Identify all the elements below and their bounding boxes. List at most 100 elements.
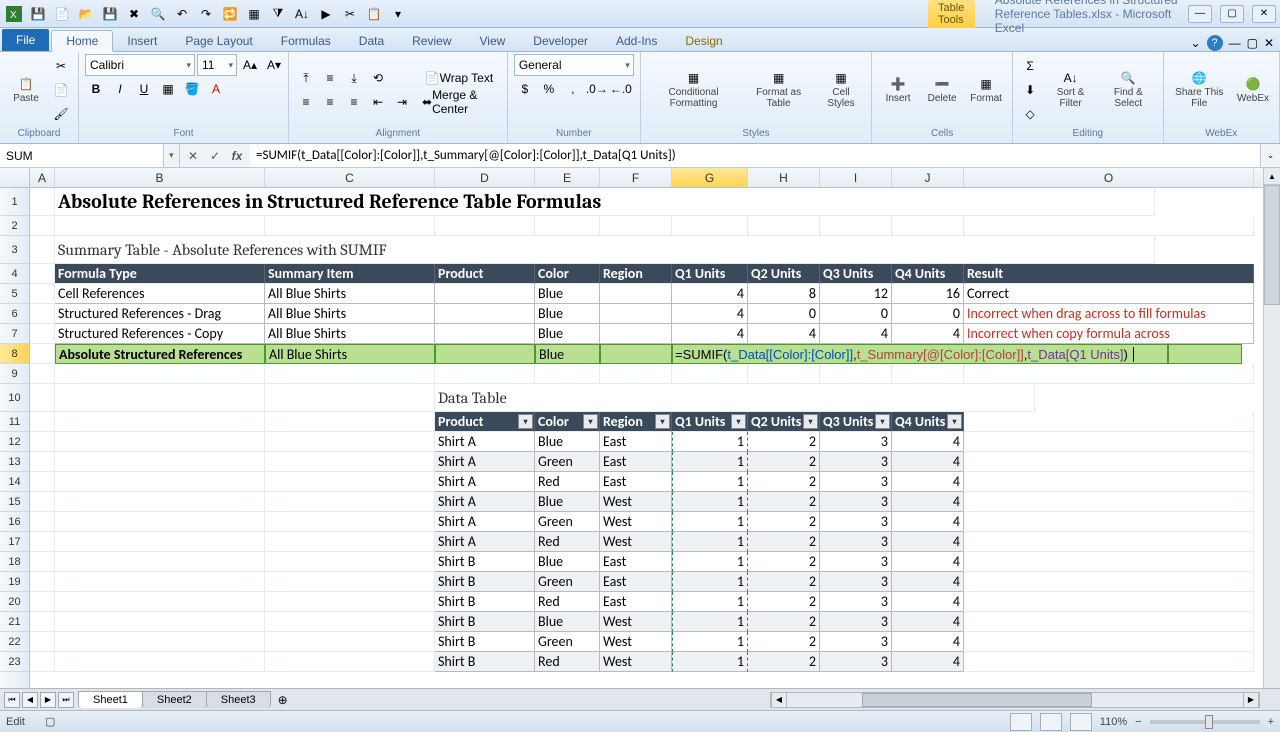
cell[interactable] [964, 432, 1254, 452]
row-header[interactable]: 15 [0, 492, 29, 512]
worksheet-grid[interactable]: A B C D E F G H I J O 123456789101112131… [0, 168, 1280, 688]
row-header[interactable]: 8 [0, 344, 29, 364]
cell[interactable] [30, 592, 55, 612]
cell[interactable] [265, 364, 435, 384]
data-cell[interactable]: 3 [820, 512, 892, 532]
summary-cell[interactable]: Incorrect when drag across to fill formu… [964, 304, 1254, 324]
data-cell[interactable]: West [600, 652, 672, 672]
row-header[interactable]: 22 [0, 632, 29, 652]
formula-input[interactable] [250, 144, 1260, 167]
page-layout-view-button[interactable] [1040, 713, 1062, 731]
data-cell[interactable]: 2 [748, 512, 820, 532]
cell[interactable] [55, 432, 265, 452]
data-cell[interactable]: Green [535, 572, 600, 592]
cell[interactable] [820, 216, 892, 236]
cell[interactable] [892, 364, 964, 384]
open-icon[interactable]: 📂 [76, 4, 96, 24]
data-cell[interactable]: 3 [820, 552, 892, 572]
cell[interactable] [30, 552, 55, 572]
data-cell[interactable]: Shirt B [435, 632, 535, 652]
tab-data[interactable]: Data [345, 31, 398, 51]
row-header[interactable]: 14 [0, 472, 29, 492]
data-cell[interactable]: 4 [892, 532, 964, 552]
data-cell[interactable]: Green [535, 632, 600, 652]
data-cell[interactable]: Red [535, 652, 600, 672]
cut-button[interactable]: ✂ [50, 55, 72, 77]
cell[interactable] [892, 216, 964, 236]
name-box[interactable]: ▾ [0, 144, 180, 167]
format-as-table-button[interactable]: ▦Format as Table [744, 69, 813, 111]
data-cell[interactable]: 4 [892, 592, 964, 612]
autosum-button[interactable]: Σ [1019, 55, 1041, 77]
data-cell[interactable]: West [600, 632, 672, 652]
close-button[interactable]: ✕ [1252, 5, 1276, 23]
data-cell[interactable]: 1 [672, 492, 748, 512]
align-bottom-button[interactable]: ⤓ [343, 67, 365, 89]
data-cell[interactable]: Blue [535, 552, 600, 572]
data-cell[interactable]: West [600, 512, 672, 532]
data-cell[interactable]: Blue [535, 612, 600, 632]
border-button[interactable]: ▦ [157, 78, 179, 100]
percent-button[interactable]: % [538, 78, 560, 100]
summary-cell[interactable]: 4 [672, 324, 748, 344]
data-cell[interactable]: 1 [672, 452, 748, 472]
increase-indent-button[interactable]: ⇥ [391, 91, 413, 113]
filter-dropdown-icon[interactable]: ▾ [731, 414, 746, 429]
cell[interactable] [30, 512, 55, 532]
cell[interactable] [55, 216, 265, 236]
cell[interactable] [30, 324, 55, 344]
cell[interactable] [964, 216, 1254, 236]
redo-icon[interactable]: ↷ [196, 4, 216, 24]
cell[interactable] [30, 364, 55, 384]
filter-icon[interactable]: ⧩ [268, 4, 288, 24]
data-cell[interactable]: 4 [892, 552, 964, 572]
cell[interactable] [30, 532, 55, 552]
data-cell[interactable]: 1 [672, 632, 748, 652]
summary-cell[interactable] [600, 284, 672, 304]
cell[interactable] [748, 364, 820, 384]
tab-page-layout[interactable]: Page Layout [171, 31, 266, 51]
cell[interactable] [265, 512, 435, 532]
summary-cell[interactable]: Blue [535, 324, 600, 344]
summary-cell[interactable]: 4 [748, 324, 820, 344]
new-icon[interactable]: 📄 [52, 4, 72, 24]
data-cell[interactable]: 4 [892, 652, 964, 672]
cancel-formula-button[interactable]: ✕ [184, 149, 202, 163]
zoom-in-button[interactable]: + [1268, 716, 1274, 728]
underline-button[interactable]: U [133, 78, 155, 100]
data-header[interactable]: Q3 Units▾ [820, 412, 892, 432]
macro-record-icon[interactable]: ▢ [45, 715, 55, 728]
cell[interactable] [30, 264, 55, 284]
data-cell[interactable]: 2 [748, 472, 820, 492]
col-header-A[interactable]: A [30, 168, 55, 187]
comma-button[interactable]: , [562, 78, 584, 100]
find-select-button[interactable]: 🔍Find & Select [1100, 69, 1156, 111]
summary-cell[interactable]: All Blue Shirts [265, 304, 435, 324]
sheet-tab-1[interactable]: Sheet1 [78, 691, 143, 708]
cell[interactable] [748, 216, 820, 236]
col-header-F[interactable]: F [600, 168, 672, 187]
cell[interactable] [30, 452, 55, 472]
data-header[interactable]: Color▾ [535, 412, 600, 432]
col-header-J[interactable]: J [892, 168, 964, 187]
cell[interactable] [30, 492, 55, 512]
align-right-button[interactable]: ≡ [343, 91, 365, 113]
scroll-up-icon[interactable]: ▲ [1264, 168, 1280, 185]
summary-cell[interactable]: 0 [748, 304, 820, 324]
tab-view[interactable]: View [466, 31, 520, 51]
cell[interactable] [265, 216, 435, 236]
summary-cell[interactable] [435, 304, 535, 324]
orientation-button[interactable]: ⟲ [367, 67, 389, 89]
data-cell[interactable]: 2 [748, 452, 820, 472]
data-header[interactable]: Product▾ [435, 412, 535, 432]
cell[interactable] [55, 452, 265, 472]
zoom-slider[interactable] [1150, 720, 1260, 724]
data-cell[interactable]: Shirt A [435, 472, 535, 492]
row-header[interactable]: 20 [0, 592, 29, 612]
paste-button[interactable]: 📋 Paste [6, 75, 46, 106]
select-all-corner[interactable] [0, 168, 30, 187]
delete-cells-button[interactable]: ➖Delete [922, 75, 962, 106]
data-cell[interactable]: Shirt B [435, 552, 535, 572]
cell[interactable] [964, 552, 1254, 572]
cell[interactable] [265, 384, 435, 412]
